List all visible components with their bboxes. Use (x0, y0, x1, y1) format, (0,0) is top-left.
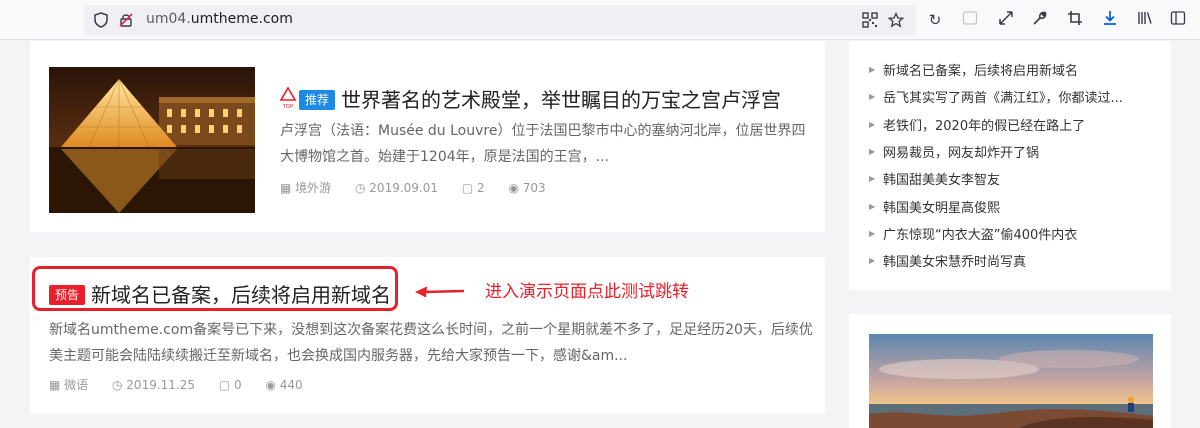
sidebar-item[interactable]: ▶ 广东惊现“内衣大盗”偷400件内衣 (869, 220, 1123, 247)
date-value: 2019.11.25 (126, 378, 196, 392)
category-link[interactable]: ▦ 微语 (49, 378, 98, 392)
url-host: um04. (146, 11, 191, 27)
sidebar-item-label: 岳飞其实写了两首《满江红》，你都读过... (883, 91, 1123, 107)
triangle-icon: ▶ (869, 228, 876, 238)
star-bookmark-icon[interactable] (887, 11, 905, 28)
article-meta: ▦ 微语 ◷ 2019.11.25 ▢ 0 ◉ 440 (49, 376, 323, 393)
top-badge-text: TOP (282, 104, 293, 110)
date-value: 2019.09.01 (369, 181, 439, 195)
sidebar-item[interactable]: ▶ 韩国甜美美女李智友 (869, 165, 1123, 192)
insecure-lock-icon[interactable] (118, 12, 134, 28)
qr-code-icon[interactable] (862, 12, 878, 28)
comments[interactable]: ▢ 0 (219, 378, 252, 392)
comments[interactable]: ▢ 2 (462, 181, 495, 195)
article-excerpt: 卢浮宫（法语：Musée du Louvre）位于法国巴黎市中心的塞纳河北岸，位… (280, 123, 806, 165)
library-icon[interactable] (1135, 10, 1155, 30)
article-thumbnail[interactable] (49, 67, 255, 213)
category-link[interactable]: ▦ 境外游 (280, 181, 341, 195)
triangle-icon: ▶ (869, 201, 876, 211)
sidebar-item[interactable]: ▶ 岳飞其实写了两首《满江红》，你都读过... (869, 83, 1123, 110)
triangle-icon: ▶ (869, 256, 876, 266)
top-badge-icon: TOP (279, 86, 297, 110)
triangle-icon: ▶ (869, 147, 876, 157)
sidebar-item-label: 新域名已备案，后续将启用新域名 (883, 64, 1079, 80)
sidebar-item[interactable]: ▶ 网易裁员，网友却炸开了锅 (869, 138, 1123, 165)
category-label: 微语 (64, 378, 89, 392)
sidebar-item[interactable]: ▶ 新域名已备案，后续将启用新域名 (869, 56, 1123, 83)
sidebar-item-label: 网易裁员，网友却炸开了锅 (883, 146, 1040, 162)
triangle-icon: ▶ (869, 92, 876, 102)
article-meta: ▦ 境外游 ◷ 2019.09.01 ▢ 2 ◉ 703 (280, 179, 566, 196)
sidebar-item-label: 老铁们，2020年的假已经在路上了 (883, 118, 1086, 134)
article-title-text: 新域名已备案，后续将启用新域名 (91, 283, 392, 307)
article-title-text: 世界著名的艺术殿堂，举世瞩目的万宝之宫卢浮宫 (341, 88, 782, 112)
article-title[interactable]: TOP 推荐 世界著名的艺术殿堂，举世瞩目的万宝之宫卢浮宫 (279, 84, 781, 113)
article-title[interactable]: 预告 新域名已备案，后续将启用新域名 (49, 279, 391, 308)
sidebar-image[interactable] (869, 334, 1153, 428)
sidebars-icon[interactable] (1168, 10, 1188, 30)
wrench-icon[interactable] (1030, 10, 1050, 30)
category-label: 境外游 (295, 181, 332, 195)
comment-count: 2 (477, 181, 485, 195)
view-count: 703 (522, 181, 546, 195)
sidebar-item[interactable]: ▶ 韩国美女宋慧乔时尚写真 (869, 247, 1123, 274)
shield-icon[interactable] (93, 12, 109, 28)
address-bar[interactable]: um04.umtheme.com (84, 5, 916, 35)
date: ◷ 2019.11.25 (112, 378, 196, 392)
sidebar-list: ▶ 新域名已备案，后续将启用新域名 ▶ 岳飞其实写了两首《满江红》，你都读过... … (869, 56, 1123, 274)
triangle-icon: ▶ (869, 119, 876, 129)
reader-mode-icon[interactable] (960, 10, 980, 30)
views: ◉ 703 (508, 181, 546, 195)
sidebar-item-label: 广东惊现“内衣大盗”偷400件内衣 (883, 227, 1078, 243)
reload-icon[interactable]: ↻ (925, 10, 945, 30)
sidebar-item[interactable]: ▶ 老铁们，2020年的假已经在路上了 (869, 111, 1123, 138)
download-icon[interactable] (1100, 10, 1120, 30)
comment-count: 0 (234, 378, 242, 392)
views: ◉ 440 (265, 378, 303, 392)
sidebar-item[interactable]: ▶ 韩国美女明星高俊熙 (869, 192, 1123, 219)
browser-toolbar: um04.umtheme.com ↻ (0, 0, 1200, 40)
recommend-tag[interactable]: 推荐 (299, 90, 336, 110)
annotation-text: 进入演示页面点此测试跳转 (485, 282, 689, 302)
arrow-left-icon (415, 284, 465, 298)
triangle-icon: ▶ (869, 65, 876, 75)
sidebar-item-label: 韩国甜美美女李智友 (883, 173, 1001, 189)
preview-tag[interactable]: 预告 (49, 285, 86, 305)
date: ◷ 2019.09.01 (355, 181, 439, 195)
url-text[interactable]: um04.umtheme.com (146, 11, 293, 27)
view-count: 440 (279, 378, 303, 392)
sidebar-item-label: 韩国美女宋慧乔时尚写真 (883, 255, 1027, 271)
url-domain: umtheme.com (190, 11, 293, 27)
article-excerpt: 新域名umtheme.com备案号已下来，没想到这次备案花费这么长时间，之前一个… (49, 322, 813, 364)
fullscreen-icon[interactable] (996, 10, 1016, 30)
sidebar-item-label: 韩国美女明星高俊熙 (883, 200, 1001, 216)
triangle-icon: ▶ (869, 174, 876, 184)
crop-icon[interactable] (1065, 10, 1085, 30)
